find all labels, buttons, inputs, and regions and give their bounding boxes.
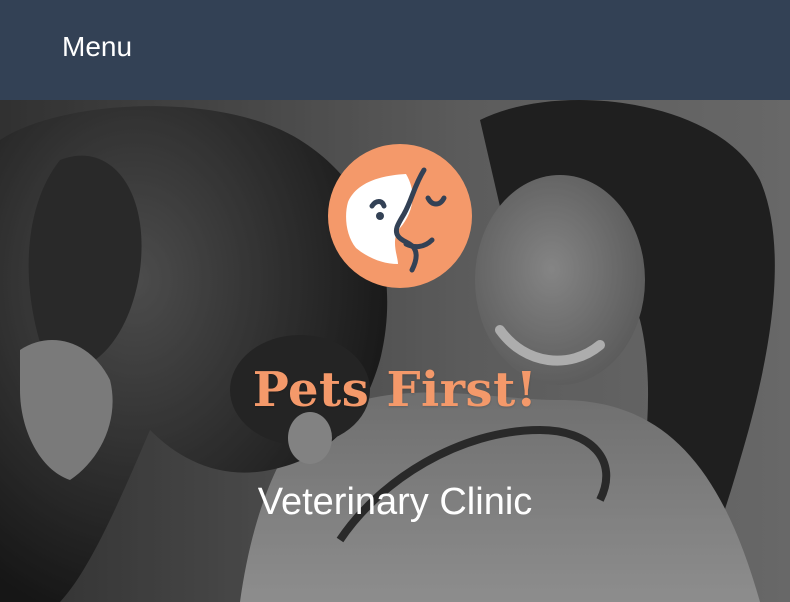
- menu-button[interactable]: Menu: [62, 30, 132, 64]
- pet-human-face-logo-icon: [328, 144, 472, 288]
- hero-banner: Pets First! Veterinary Clinic: [0, 100, 790, 602]
- brand-title: Pets First!: [252, 362, 538, 418]
- top-navigation-bar: Menu: [0, 0, 790, 100]
- clinic-tagline: Veterinary Clinic: [257, 481, 533, 523]
